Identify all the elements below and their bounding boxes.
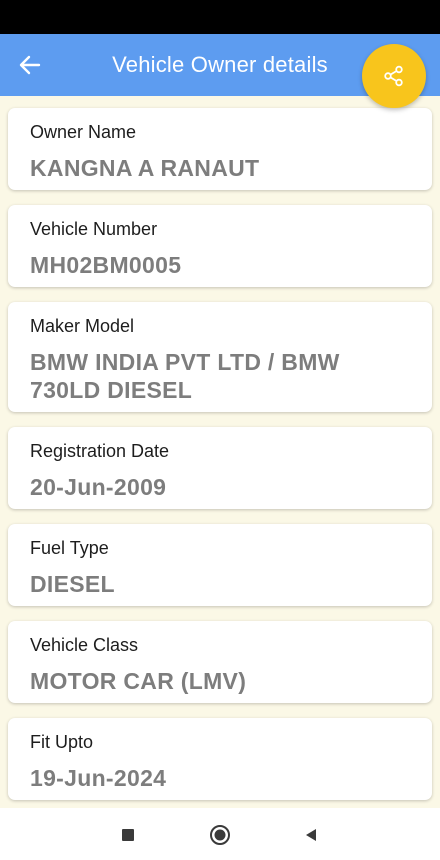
- detail-value: BMW INDIA PVT LTD / BMW 730LD DIESEL: [30, 349, 340, 403]
- detail-value: DIESEL: [30, 571, 115, 597]
- triangle-back-icon: [306, 829, 316, 841]
- details-list[interactable]: Owner Name KANGNA A RANAUT Vehicle Numbe…: [0, 96, 440, 808]
- detail-label: Registration Date: [30, 441, 170, 461]
- status-bar: [0, 0, 440, 34]
- detail-value: MH02BM0005: [30, 252, 182, 278]
- home-button[interactable]: [207, 822, 233, 848]
- detail-card-fuel-type: Fuel Type DIESEL: [8, 524, 432, 606]
- detail-label: Fit Upto: [30, 732, 94, 752]
- square-icon: [122, 829, 134, 841]
- detail-value: 19-Jun-2024: [30, 765, 167, 791]
- system-nav-bar: [0, 808, 440, 860]
- home-circle-icon: [210, 825, 230, 845]
- detail-label: Fuel Type: [30, 538, 109, 558]
- share-icon: [384, 65, 403, 87]
- detail-label: Vehicle Class: [30, 635, 139, 655]
- detail-card-maker-model: Maker Model BMW INDIA PVT LTD / BMW 730L…: [8, 302, 432, 412]
- detail-label: Owner Name: [30, 122, 137, 142]
- detail-value: KANGNA A RANAUT: [30, 155, 260, 181]
- recents-button[interactable]: [115, 822, 141, 848]
- detail-card-owner-name: Owner Name KANGNA A RANAUT: [8, 108, 432, 190]
- detail-card-vehicle-class: Vehicle Class MOTOR CAR (LMV): [8, 621, 432, 703]
- detail-value: 20-Jun-2009: [30, 474, 167, 500]
- detail-card-vehicle-number: Vehicle Number MH02BM0005: [8, 205, 432, 287]
- detail-card-registration-date: Registration Date 20-Jun-2009: [8, 427, 432, 509]
- detail-card-fit-upto: Fit Upto 19-Jun-2024: [8, 718, 432, 800]
- detail-label: Vehicle Number: [30, 219, 158, 239]
- share-button[interactable]: [362, 44, 426, 108]
- back-nav-button[interactable]: [298, 822, 324, 848]
- detail-value: MOTOR CAR (LMV): [30, 668, 247, 694]
- detail-label: Maker Model: [30, 316, 135, 336]
